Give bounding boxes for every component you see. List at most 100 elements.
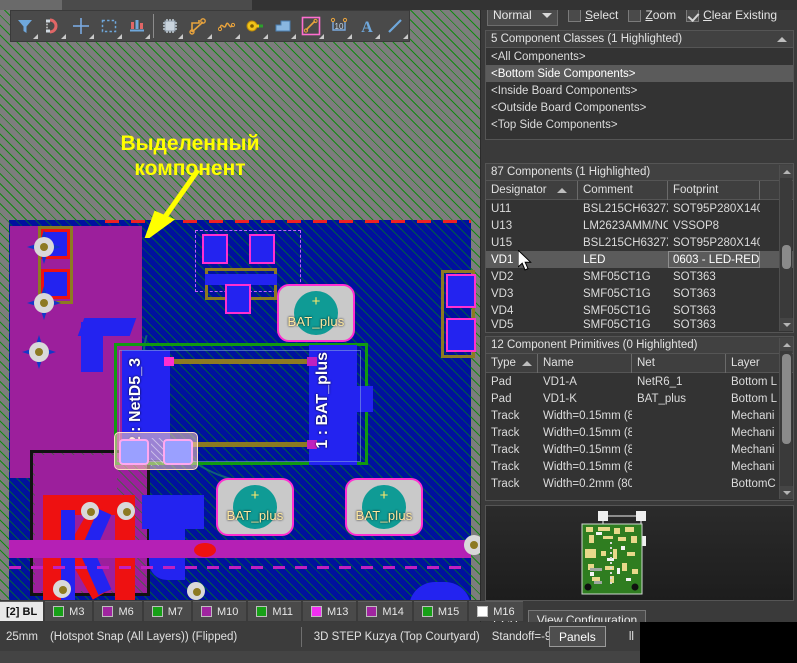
clear-existing-checkbox[interactable]: Clear Existing <box>686 8 777 22</box>
select-checkbox-box[interactable] <box>568 8 581 22</box>
layer-stack-icon[interactable] <box>123 12 151 40</box>
layer-tab-m15[interactable]: M15 <box>413 601 468 621</box>
column-net[interactable]: Net <box>632 353 726 373</box>
layer-tab-m16[interactable]: M16 <box>469 601 523 621</box>
column-label: Comment <box>583 184 633 196</box>
column-layer[interactable]: Layer <box>726 354 782 373</box>
cell-comment: LED <box>583 253 606 266</box>
list-item[interactable]: <All Components> <box>486 48 793 65</box>
table-row[interactable]: Track Width=0.15mm (8 Mechani <box>486 441 793 458</box>
magnet-icon[interactable] <box>39 12 67 40</box>
list-item-label: <Top Side Components> <box>491 118 618 131</box>
dimension-icon[interactable]: 10 <box>325 12 353 40</box>
route-icon[interactable] <box>184 12 212 40</box>
table-row[interactable]: Track Width=0.15mm (8 Mechani <box>486 458 793 475</box>
table-row[interactable]: Track Width=0.15mm (8 Mechani <box>486 424 793 441</box>
sort-ascending-icon <box>556 187 567 193</box>
layer-color-swatch <box>477 606 489 617</box>
zoom-checkbox[interactable]: Zoom <box>628 8 676 22</box>
pcb-board-artwork: + BAT_plus + BAT_plus + BAT_plus 2 : Net… <box>9 210 480 600</box>
layer-tab-m7[interactable]: M7 <box>143 601 192 621</box>
components-scrollbar[interactable] <box>779 165 793 331</box>
cell-designator: U15 <box>491 236 513 249</box>
filter-icon[interactable] <box>11 12 39 40</box>
window-tab-strip[interactable] <box>0 0 797 10</box>
components-column-header[interactable]: Designator Comment Footprint <box>486 180 793 200</box>
crosshair-icon[interactable] <box>67 12 95 40</box>
scroll-up-icon[interactable] <box>780 165 793 178</box>
highlighted-component-vd1[interactable] <box>114 432 198 470</box>
layer-tab-m6[interactable]: M6 <box>94 601 142 621</box>
bus-magenta <box>9 540 471 558</box>
table-row[interactable]: U11 BSL215CH6327XT SOT95P280X140- <box>486 200 793 217</box>
clear-existing-checkbox-box[interactable] <box>686 8 700 22</box>
table-row[interactable]: Pad VD1-A NetR6_1 Bottom L <box>486 373 793 390</box>
differential-pair-icon[interactable] <box>213 12 241 40</box>
panels-button[interactable]: Panels <box>549 626 606 647</box>
column-name[interactable]: Name <box>538 353 632 373</box>
chip-icon[interactable] <box>156 12 184 40</box>
component-classes-list[interactable]: <All Components> <Bottom Side Components… <box>486 48 793 133</box>
column-comment[interactable]: Comment <box>578 180 668 200</box>
layer-tab-m13[interactable]: M13 <box>303 601 357 621</box>
layer-tab-label: [2] BL <box>6 605 38 618</box>
tab-fragment-1[interactable] <box>0 0 62 10</box>
primitives-column-header[interactable]: Type Name Net Layer <box>486 353 793 373</box>
list-item[interactable]: <Outside Board Components> <box>486 99 793 116</box>
layer-color-swatch <box>311 606 323 617</box>
column-designator[interactable]: Designator <box>486 180 578 200</box>
layer-tab-m10[interactable]: M10 <box>193 601 247 621</box>
tab-fragment-2[interactable] <box>62 0 252 10</box>
scroll-down-icon[interactable] <box>780 486 793 499</box>
column-type[interactable]: Type <box>486 353 538 373</box>
board-preview[interactable] <box>485 505 794 601</box>
zoom-checkbox-box[interactable] <box>628 8 642 22</box>
table-row[interactable]: Track Width=0.2mm (80 BottomC <box>486 475 793 492</box>
collapse-icon[interactable] <box>777 36 787 42</box>
table-row[interactable]: VD3 SMF05CT1G SOT363 <box>486 285 793 302</box>
table-row[interactable]: U15 BSL215CH6327XT SOT95P280X140- <box>486 234 793 251</box>
line-icon[interactable] <box>381 12 409 40</box>
scroll-up-icon[interactable] <box>780 338 793 351</box>
pad-blue-5 <box>225 284 251 314</box>
line-select-icon[interactable] <box>297 12 325 40</box>
via-icon[interactable] <box>241 12 269 40</box>
polygon-icon[interactable] <box>269 12 297 40</box>
pcb-toolbar[interactable]: 10 A <box>11 11 409 41</box>
scrollbar-thumb[interactable] <box>782 354 791 444</box>
primitives-scrollbar[interactable] <box>779 338 793 499</box>
mounting-hole-4 <box>53 580 71 598</box>
table-row[interactable]: U13 LM2623AMM/NC VSSOP8 <box>486 217 793 234</box>
list-item[interactable]: <Top Side Components> <box>486 116 793 133</box>
layer-tab-bar[interactable]: [2] BL M3 M6 M7 M10 M11 M13 M14 M15 M16 <box>0 600 523 622</box>
table-row[interactable]: Track Width=0.15mm (8 Mechani <box>486 407 793 424</box>
cell-footprint: SOT363 <box>673 319 716 330</box>
scroll-down-icon[interactable] <box>780 318 793 331</box>
list-item-selected[interactable]: <Bottom Side Components> <box>486 65 793 82</box>
table-row[interactable]: VD2 SMF05CT1G SOT363 <box>486 268 793 285</box>
layer-tab-label: M6 <box>118 605 134 618</box>
table-row[interactable]: VD4 SMF05CT1G SOT363 <box>486 302 793 319</box>
list-item[interactable]: <Inside Board Components> <box>486 82 793 99</box>
column-footprint[interactable]: Footprint <box>668 180 760 200</box>
dashed-line-1 <box>9 566 471 569</box>
cell-layer: Mechani <box>731 460 775 473</box>
table-row-selected[interactable]: VD1 LED 0603 - LED-RED <box>486 251 793 268</box>
text-icon[interactable]: A <box>353 12 381 40</box>
cell-layer: Mechani <box>731 426 775 439</box>
layer-tab-m11[interactable]: M11 <box>248 601 302 621</box>
select-checkbox[interactable]: Select <box>568 8 618 22</box>
layer-tab-active[interactable]: [2] BL <box>0 601 44 621</box>
table-row[interactable]: Pad VD1-K BAT_plus Bottom L <box>486 390 793 407</box>
layer-tab-label: M14 <box>382 605 404 618</box>
pcb-canvas[interactable]: + BAT_plus + BAT_plus + BAT_plus 2 : Net… <box>0 0 480 600</box>
scrollbar-thumb[interactable] <box>782 245 791 269</box>
primitives-rows[interactable]: Pad VD1-A NetR6_1 Bottom L Pad VD1-K BAT_plus… <box>486 373 793 492</box>
table-row[interactable]: VD5 SMF05CT1G SOT363 <box>486 319 793 330</box>
components-rows[interactable]: U11 BSL215CH6327XT SOT95P280X140- U13 LM262… <box>486 200 793 330</box>
column-label: Net <box>637 357 655 369</box>
layer-tab-m14[interactable]: M14 <box>358 601 412 621</box>
layer-tab-m3[interactable]: M3 <box>45 601 93 621</box>
mounting-hole-5 <box>187 582 205 600</box>
selection-rect-icon[interactable] <box>95 12 123 40</box>
